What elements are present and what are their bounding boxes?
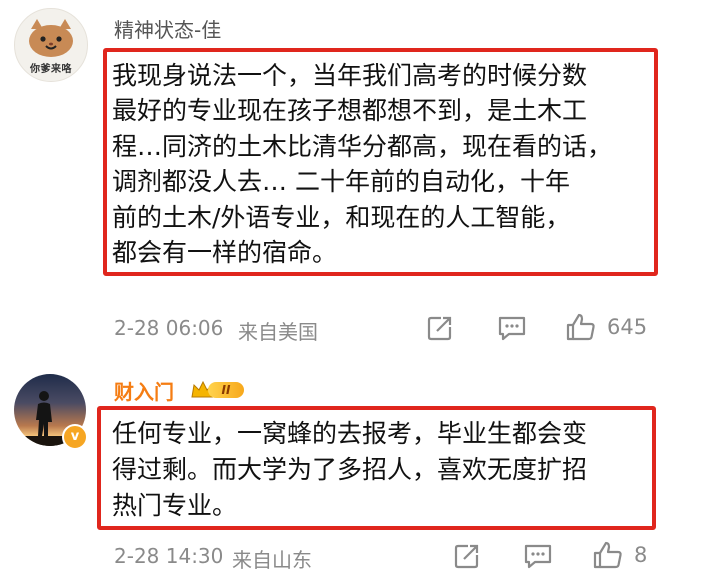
thumbs-up-icon (566, 313, 595, 341)
comment-item: v 财入门 II 任何专业，一窝蜂的去报考，毕业生都会变 得过剩。而大学为了多招… (0, 360, 703, 576)
vip-badge: II (190, 379, 250, 401)
like-button[interactable]: 645 (565, 312, 647, 342)
comment-line: 最好的专业现在孩子想都想不到，是土木工 (112, 96, 588, 125)
share-button[interactable] (453, 542, 481, 570)
comment-line: 程…同济的土木比清华分都高，现在看的话， (112, 132, 613, 161)
location: 来自山东 (232, 548, 312, 572)
comment-button[interactable] (523, 542, 553, 570)
location: 来自美国 (238, 320, 318, 344)
username[interactable]: 精神状态-佳 (114, 14, 221, 43)
comment-line: 都会有一样的宿命。 (112, 238, 338, 267)
timestamp: 2-28 06:06 (114, 316, 224, 340)
comment-icon (524, 544, 552, 569)
comment-line: 前的土木/外语专业，和现在的人工智能， (112, 203, 571, 232)
vip-level: II (208, 382, 244, 398)
verified-badge: v (62, 424, 88, 450)
comment-line: 得过剩。而大学为了多招人，喜欢无度扩招 (112, 455, 588, 484)
share-icon (454, 544, 479, 569)
comment-line: 我现身说法一个，当年我们高考的时候分数 (112, 61, 588, 90)
comment-line: 任何专业，一窝蜂的去报考，毕业生都会变 (112, 419, 588, 448)
comment-icon (498, 316, 526, 341)
share-icon (427, 316, 452, 341)
comment-item: 你爹来咯 精神状态-佳 我现身说法一个，当年我们高考的时候分数 最好的专业现在孩… (0, 0, 703, 360)
username[interactable]: 财入门 (114, 376, 174, 405)
like-count: 8 (634, 543, 648, 567)
comment-line: 热门专业。 (112, 491, 238, 520)
avatar-caption: 你爹来咯 (30, 64, 72, 75)
like-count: 645 (607, 315, 648, 339)
comment-button[interactable] (497, 314, 527, 342)
like-button[interactable]: 8 (592, 540, 647, 570)
timestamp: 2-28 14:30 (114, 544, 224, 568)
share-button[interactable] (426, 314, 454, 342)
thumbs-up-icon (593, 541, 622, 569)
user-avatar[interactable]: 你爹来咯 (14, 8, 88, 82)
comment-line: 调剂都没人去… 二十年前的自动化，十年 (112, 167, 570, 196)
